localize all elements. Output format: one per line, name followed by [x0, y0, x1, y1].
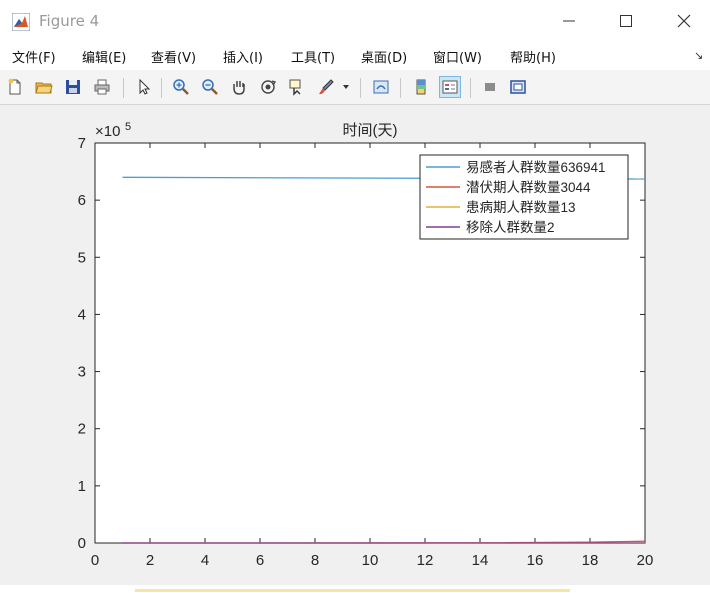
y-tick-label: 0: [78, 535, 86, 552]
x-tick-label: 14: [472, 552, 489, 569]
y-tick-label: 4: [78, 306, 86, 323]
y-exponent-power: 5: [125, 121, 131, 133]
menu-help[interactable]: 帮助(H): [510, 47, 556, 66]
x-tick-label: 2: [146, 552, 154, 569]
minimize-icon: [563, 20, 575, 22]
pan-icon[interactable]: [228, 76, 250, 98]
matlab-logo-icon: [12, 13, 30, 31]
x-tick-label: 20: [637, 552, 654, 569]
zoom-in-icon[interactable]: [170, 76, 192, 98]
line-chart[interactable]: 0 2 4 6 8 10 12 14 16 18 2001234567×10 5 时间(天)易感者人群数…: [0, 105, 710, 585]
zoom-out-icon[interactable]: [199, 76, 221, 98]
menu-desktop[interactable]: 桌面(D): [361, 47, 407, 66]
menu-view[interactable]: 查看(V): [151, 47, 196, 66]
brush-dropdown-icon[interactable]: [340, 76, 352, 98]
menu-overflow-arrow-icon[interactable]: ↘: [694, 49, 703, 62]
menu-window[interactable]: 窗口(W): [433, 47, 482, 66]
maximize-icon: [620, 15, 632, 27]
x-tick-label: 4: [201, 552, 209, 569]
y-tick-label: 7: [78, 135, 86, 152]
y-exponent-base: ×10: [95, 123, 120, 140]
legend-label-3: 移除人群数量2: [466, 220, 555, 235]
x-tick-label: 10: [362, 552, 379, 569]
y-tick-label: 3: [78, 364, 86, 381]
toolbar-separator: [400, 78, 401, 98]
rotate-3d-icon[interactable]: [257, 76, 279, 98]
minimize-button[interactable]: [547, 6, 591, 36]
window-title: Figure 4: [39, 12, 100, 30]
x-tick-label: 0: [91, 552, 99, 569]
toolbar-separator: [161, 78, 162, 98]
menu-tools[interactable]: 工具(T): [291, 47, 335, 66]
pointer-icon[interactable]: [133, 76, 155, 98]
insert-legend-icon[interactable]: [439, 76, 461, 98]
show-plot-tools-icon[interactable]: [507, 76, 529, 98]
legend-label-0: 易感者人群数量636941: [466, 159, 606, 175]
yellow-line: [135, 589, 570, 592]
hide-plot-tools-icon[interactable]: [479, 76, 501, 98]
link-plot-icon[interactable]: [370, 76, 392, 98]
close-icon: [677, 14, 691, 28]
menu-edit[interactable]: 编辑(E): [82, 47, 126, 66]
x-tick-label: 12: [417, 552, 434, 569]
x-tick-label: 18: [582, 552, 599, 569]
print-icon[interactable]: [91, 76, 113, 98]
menu-bar: 文件(F) 编辑(E) 查看(V) 插入(I) 工具(T) 桌面(D) 窗口(W…: [0, 42, 710, 70]
new-figure-icon[interactable]: [4, 76, 26, 98]
figure-window: Figure 4 文件(F) 编辑(E) 查看(V) 插入(I) 工具(T) 桌…: [0, 0, 710, 593]
close-button[interactable]: [662, 6, 706, 36]
toolbar-separator: [123, 78, 124, 98]
open-file-icon[interactable]: [33, 76, 55, 98]
x-tick-label: 8: [311, 552, 319, 569]
y-tick-label: 1: [78, 478, 86, 495]
save-icon[interactable]: [62, 76, 84, 98]
y-tick-label: 5: [78, 249, 86, 266]
toolbar-separator: [470, 78, 471, 98]
menu-insert[interactable]: 插入(I): [223, 47, 263, 66]
title-bar: Figure 4: [0, 0, 710, 42]
insert-colorbar-icon[interactable]: [410, 76, 432, 98]
legend-label-2: 患病期人群数量13: [466, 200, 576, 215]
brush-icon[interactable]: [315, 76, 337, 98]
legend-label-1: 潜伏期人群数量3044: [466, 180, 591, 195]
toolbar-separator: [360, 78, 361, 98]
y-tick-label: 2: [78, 421, 86, 438]
maximize-button[interactable]: [604, 6, 648, 36]
x-tick-label: 16: [527, 552, 544, 569]
x-tick-label: 6: [256, 552, 264, 569]
chart-title: 时间(天): [343, 122, 398, 139]
y-tick-label: 6: [78, 192, 86, 209]
figure-canvas: 0 2 4 6 8 10 12 14 16 18 20 0 1 2 3 4 5 6 7 ×10 5 时间(天) 易感者人群数…: [0, 105, 710, 593]
data-cursor-icon[interactable]: [286, 76, 308, 98]
toolbar: [0, 70, 710, 105]
menu-file[interactable]: 文件(F): [12, 47, 56, 66]
